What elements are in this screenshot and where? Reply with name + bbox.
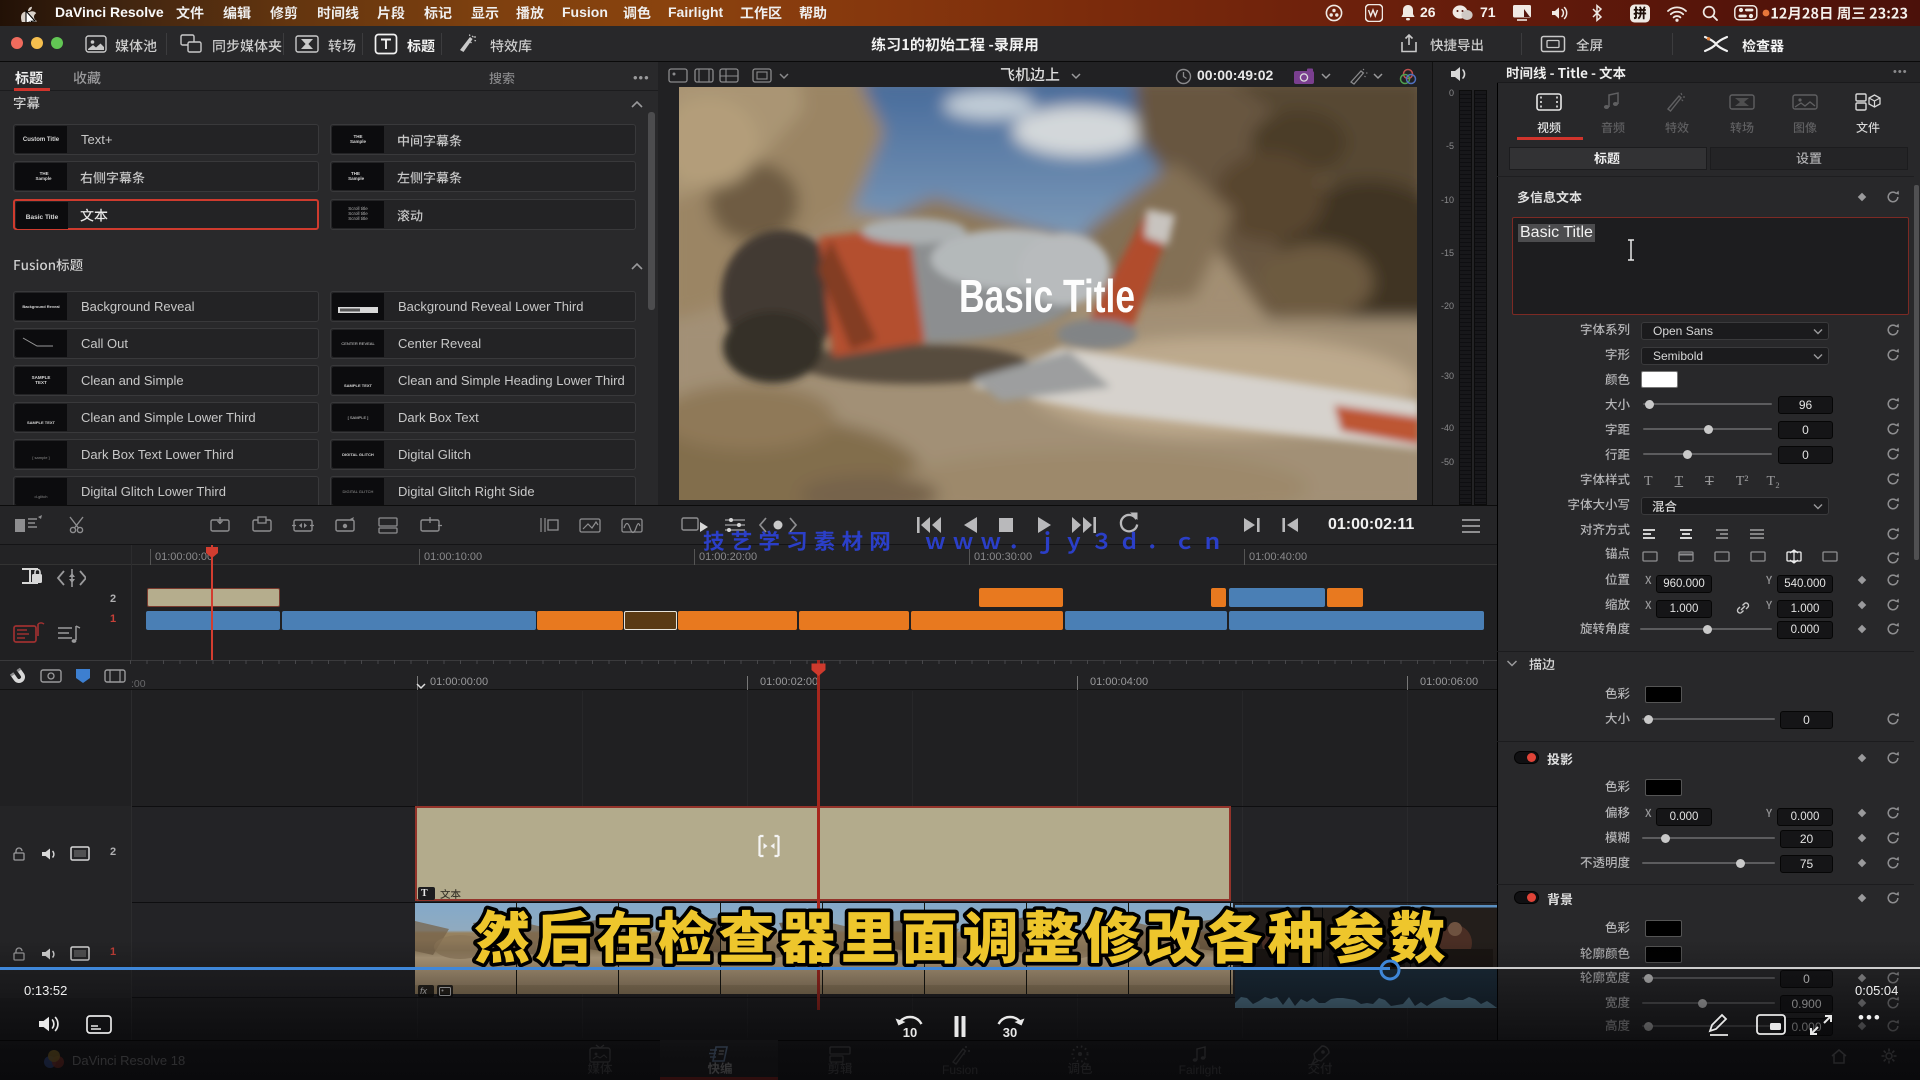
svg-text:30: 30 <box>1003 1025 1017 1040</box>
svg-text:10: 10 <box>903 1025 917 1040</box>
svg-text:Basic Title: Basic Title <box>959 270 1135 322</box>
